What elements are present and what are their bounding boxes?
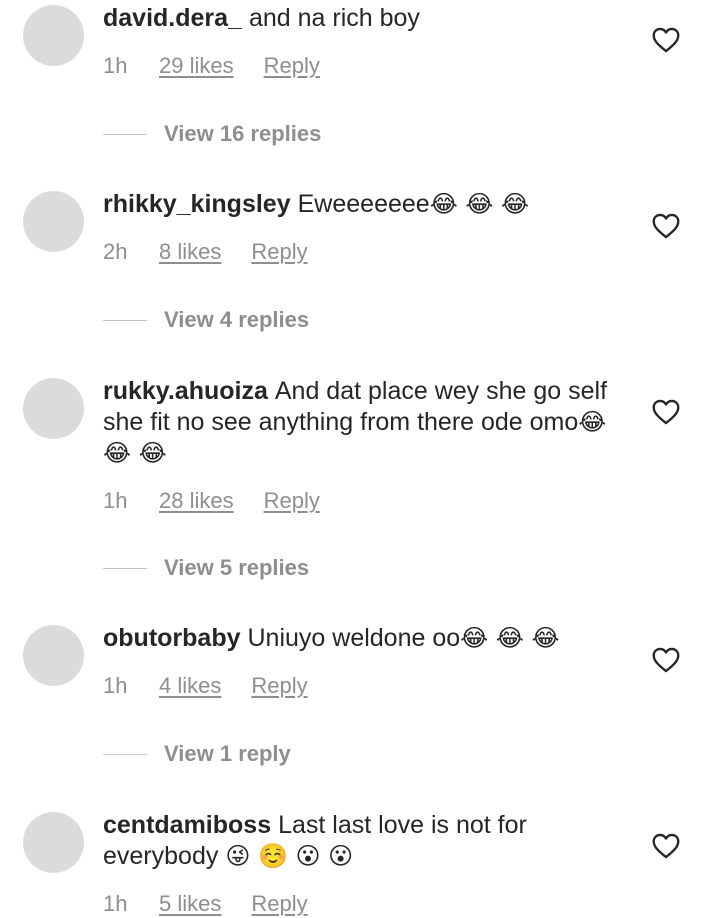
replies-divider-line <box>103 133 147 135</box>
avatar[interactable] <box>23 5 84 66</box>
comment-meta: 2h 8 likes Reply <box>103 238 633 266</box>
comment-body: centdamiboss Last last love is not for ev… <box>103 810 633 918</box>
view-replies-label: View 16 replies <box>164 121 322 146</box>
reply-button[interactable]: Reply <box>251 673 307 698</box>
comment-text: and na rich boy <box>248 4 420 32</box>
comment-likes[interactable]: 29 likes <box>159 53 234 78</box>
comment-body: rhikky_kingsley Eweeeeeee😂 😂 😂 2h 8 likes R… <box>103 189 633 266</box>
comment-time: 1h <box>103 488 128 513</box>
view-replies-label: View 4 replies <box>164 307 310 332</box>
replies-divider-line <box>103 753 147 755</box>
avatar[interactable] <box>23 378 84 439</box>
comment-emoji: 😂 😂 😂 <box>460 624 560 652</box>
comment-time: 1h <box>103 673 128 698</box>
comment-text-block: centdamiboss Last last love is not for ev… <box>103 810 633 872</box>
reply-button[interactable]: Reply <box>251 239 307 264</box>
view-replies-label: View 1 reply <box>164 741 291 766</box>
comment-text-block: david.dera_ and na rich boy <box>103 3 633 34</box>
comment-username[interactable]: centdamiboss <box>103 811 271 839</box>
heart-icon[interactable] <box>652 399 680 425</box>
view-replies-button[interactable]: View 5 replies <box>103 553 309 583</box>
reply-button[interactable]: Reply <box>264 53 320 78</box>
avatar[interactable] <box>23 812 84 873</box>
comment-body: obutorbaby Uniuyo weldone oo😂 😂 😂 1h 4 lik… <box>103 623 633 700</box>
comment-username[interactable]: rhikky_kingsley <box>103 190 291 218</box>
avatar[interactable] <box>23 625 84 686</box>
comment-text: Uniuyo weldone oo <box>247 624 461 652</box>
comment-username[interactable]: rukky.ahuoiza <box>103 377 268 405</box>
comment-meta: 1h 4 likes Reply <box>103 672 633 700</box>
comment-username[interactable]: david.dera_ <box>103 4 242 32</box>
replies-divider-line <box>103 319 147 321</box>
comment-likes[interactable]: 4 likes <box>159 673 221 698</box>
reply-button[interactable]: Reply <box>264 488 320 513</box>
view-replies-label: View 5 replies <box>164 555 310 580</box>
comment-text-block: rhikky_kingsley Eweeeeeee😂 😂 😂 <box>103 189 633 220</box>
comment-text: Eweeeeeee <box>297 190 430 218</box>
heart-icon[interactable] <box>652 27 680 53</box>
heart-icon[interactable] <box>652 647 680 673</box>
comment-time: 1h <box>103 891 128 916</box>
comment-meta: 1h 29 likes Reply <box>103 52 633 80</box>
replies-divider-line <box>103 567 147 569</box>
comment-time: 1h <box>103 53 128 78</box>
comment-body: rukky.ahuoiza And dat place wey she go se… <box>103 376 633 515</box>
comment-text-block: obutorbaby Uniuyo weldone oo😂 😂 😂 <box>103 623 633 654</box>
comment-meta: 1h 28 likes Reply <box>103 487 633 515</box>
avatar[interactable] <box>23 191 84 252</box>
view-replies-button[interactable]: View 4 replies <box>103 305 309 335</box>
reply-button[interactable]: Reply <box>251 891 307 916</box>
comment-likes[interactable]: 28 likes <box>159 488 234 513</box>
view-replies-button[interactable]: View 1 reply <box>103 739 291 769</box>
comment-username[interactable]: obutorbaby <box>103 624 241 652</box>
view-replies-button[interactable]: View 16 replies <box>103 119 321 149</box>
comment-emoji: 😂 😂 😂 <box>429 190 530 218</box>
heart-icon[interactable] <box>652 833 680 859</box>
comment-meta: 1h 5 likes Reply <box>103 890 633 918</box>
comment-likes[interactable]: 8 likes <box>159 239 221 264</box>
comment-time: 2h <box>103 239 128 264</box>
comment-text-block: rukky.ahuoiza And dat place wey she go se… <box>103 376 633 469</box>
comment-emoji: 😜 ☺️ 😮 😮 <box>225 842 354 870</box>
heart-icon[interactable] <box>652 213 680 239</box>
comment-body: david.dera_ and na rich boy 1h 29 likes Rep… <box>103 3 633 80</box>
comment-likes[interactable]: 5 likes <box>159 891 221 916</box>
